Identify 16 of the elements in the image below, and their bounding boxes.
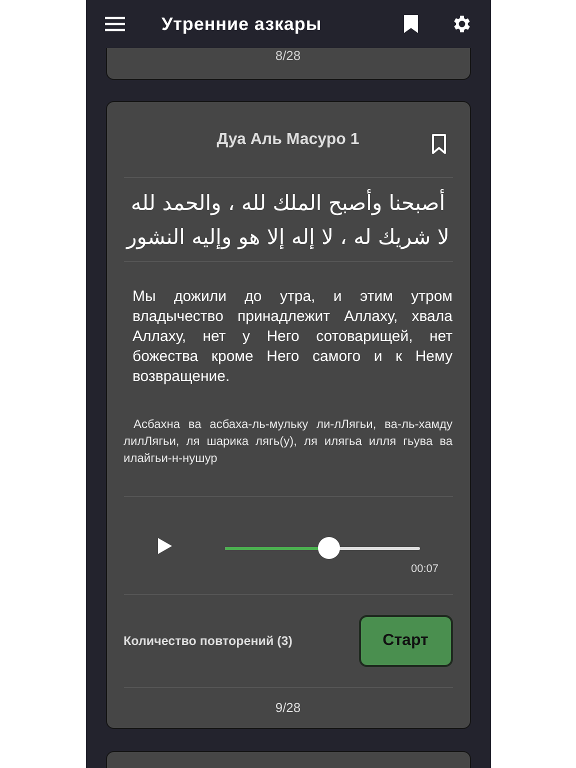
bookmark-icon[interactable] — [402, 14, 418, 34]
arabic-text: أصبحنا وأصبح الملك لله ، والحمد لله لا شريك له ، لا إله إلا هو وإليه النشور — [124, 188, 450, 252]
start-button[interactable]: Старт — [358, 615, 452, 667]
card-title: Дуа Аль Масуро 1 — [216, 130, 360, 150]
counter-text: 8/28 — [275, 48, 301, 62]
transliteration-text: Асбахна ва асбаха-ль-мульку ли-лЛягьи, ва-ль-хамду лилЛягьи, ля шарика лягь(у), ля илягьа илля гьува ва илайгьи-н-нушур — [124, 416, 452, 467]
slider-thumb[interactable] — [318, 536, 340, 559]
play-button[interactable] — [158, 536, 174, 554]
counter-text: 9/28 — [275, 699, 301, 718]
menu-icon[interactable] — [104, 16, 126, 32]
time-text: 00:07 — [410, 562, 438, 578]
translation-text: Мы дожили до утра, и этим утром владычество принадлежит Аллаху, хвала Аллаху, нет у Него сотоварищей, нет божества кроме Него самого и к Нему возвращение. — [132, 287, 452, 387]
repeat-count-label: Количество повторений (3) — [124, 632, 292, 650]
bookmark-icon[interactable] — [430, 134, 446, 154]
screen-title: Утренние азкары — [162, 12, 322, 36]
play-icon — [158, 538, 172, 554]
